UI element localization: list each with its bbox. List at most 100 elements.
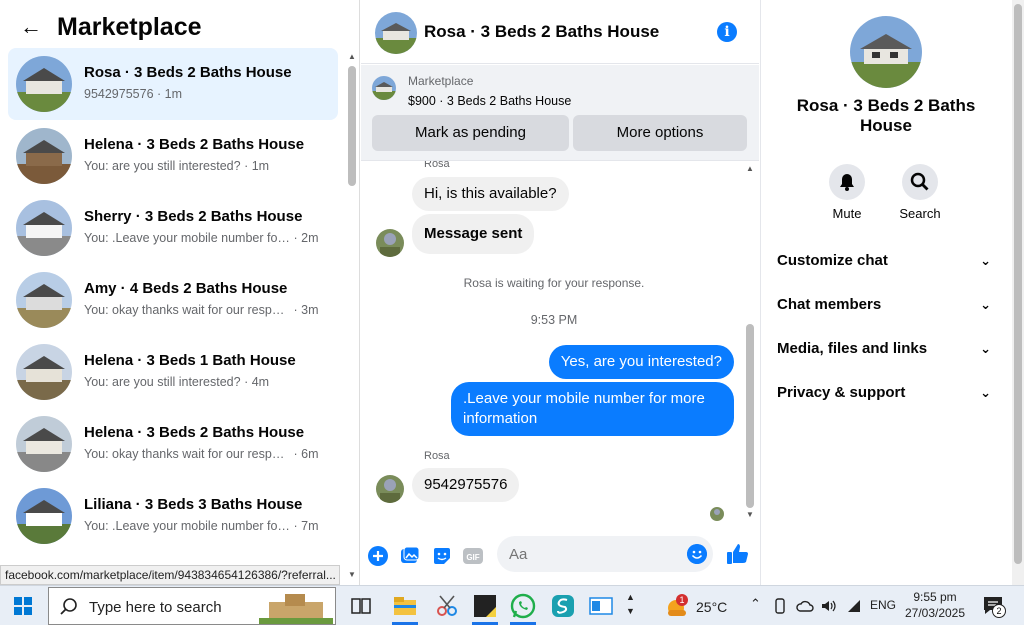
taskbar-search-box[interactable]: Type here to search bbox=[48, 587, 336, 625]
house-image bbox=[16, 344, 72, 400]
conversation-item[interactable]: Helena · 3 Beds 2 Baths House You: okay … bbox=[8, 408, 338, 480]
mark-as-pending-button[interactable]: Mark as pending bbox=[372, 115, 569, 151]
outgoing-message[interactable]: Yes, are you interested? bbox=[548, 345, 734, 379]
conversation-time: · 4m bbox=[244, 375, 270, 389]
wifi-icon[interactable] bbox=[846, 598, 862, 614]
scrollbar-thumb[interactable] bbox=[746, 324, 754, 508]
more-options-button[interactable]: More options bbox=[573, 115, 747, 151]
conversation-time: · 1m bbox=[244, 159, 270, 173]
taskbar-scroll-arrows[interactable]: ▲ ▼ bbox=[626, 590, 635, 618]
scroll-down-arrow-icon[interactable]: ▼ bbox=[746, 510, 754, 519]
notification-center-button[interactable]: 2 bbox=[982, 594, 1006, 618]
conversation-preview-line: You: .Leave your mobile number for more … bbox=[84, 519, 318, 533]
sender-avatar[interactable] bbox=[376, 475, 404, 503]
page-scrollbar[interactable] bbox=[1012, 0, 1024, 585]
conversation-name: Sherry · 3 Beds 2 Baths House bbox=[84, 208, 303, 225]
sticker-icon[interactable] bbox=[432, 546, 452, 566]
read-receipt-avatar bbox=[710, 507, 724, 521]
chat-avatar[interactable] bbox=[375, 12, 417, 54]
conversation-preview-line: You: .Leave your mobile number for more … bbox=[84, 231, 318, 245]
photo-icon[interactable] bbox=[400, 546, 420, 566]
incoming-message[interactable]: Message sent bbox=[412, 214, 535, 254]
windows-taskbar: Type here to search ▲ ▼ 1 25°C ⌃ ENG 9:55… bbox=[0, 585, 1024, 625]
emoji-icon[interactable] bbox=[687, 544, 707, 564]
taskbar-search-placeholder: Type here to search bbox=[89, 599, 222, 616]
listing-thumbnail bbox=[16, 272, 72, 328]
listing-thumbnail bbox=[16, 128, 72, 184]
search-icon bbox=[910, 172, 929, 191]
section-media-files-links[interactable]: Media, files and links ⌄ bbox=[777, 331, 997, 367]
onedrive-cloud-icon[interactable] bbox=[796, 598, 814, 614]
house-image bbox=[16, 200, 72, 256]
section-label: Chat members bbox=[777, 296, 882, 313]
gif-icon[interactable]: GIF bbox=[463, 546, 483, 566]
conversation-sidebar: ← Marketplace Rosa · 3 Beds 2 Baths Hous… bbox=[0, 0, 360, 585]
house-image bbox=[16, 128, 72, 184]
swiftkey-icon[interactable] bbox=[550, 593, 576, 619]
waiting-notice: Rosa is waiting for your response. bbox=[463, 276, 645, 290]
info-icon[interactable]: i bbox=[717, 22, 737, 42]
conversation-list: Rosa · 3 Beds 2 Baths House 9542975576 ·… bbox=[8, 48, 338, 564]
message-input[interactable] bbox=[497, 536, 713, 572]
avatar-image bbox=[710, 507, 724, 521]
input-language[interactable]: ENG bbox=[870, 598, 896, 612]
sender-avatar[interactable] bbox=[376, 229, 404, 257]
phone-link-icon[interactable] bbox=[772, 598, 788, 614]
profile-avatar[interactable] bbox=[850, 16, 922, 88]
conversation-time: · 2m bbox=[293, 231, 319, 245]
snipping-tool-icon[interactable] bbox=[434, 593, 460, 619]
conversation-item[interactable]: Helena · 3 Beds 1 Bath House You: are yo… bbox=[8, 336, 338, 408]
conversation-name: Rosa · 3 Beds 2 Baths House bbox=[84, 64, 292, 81]
app-window-icon[interactable] bbox=[588, 593, 614, 619]
listing-price[interactable]: $900 · 3 Beds 2 Baths House bbox=[408, 94, 571, 108]
chat-scrollbar[interactable]: ▲ ▼ bbox=[744, 164, 756, 522]
chat-title[interactable]: Rosa · 3 Beds 2 Baths House bbox=[424, 22, 659, 42]
conversation-item[interactable]: Rosa · 3 Beds 2 Baths House 9542975576 ·… bbox=[8, 48, 338, 120]
file-explorer-icon[interactable] bbox=[392, 593, 418, 619]
temperature: 25°C bbox=[696, 599, 728, 615]
message-timestamp: 9:53 PM bbox=[530, 313, 578, 327]
sidebar-scrollbar[interactable]: ▲ ▼ bbox=[346, 52, 358, 582]
taskbar-clock[interactable]: 9:55 pm 27/03/2025 bbox=[900, 589, 970, 621]
outgoing-message[interactable]: .Leave your mobile number for more infor… bbox=[451, 382, 734, 436]
whatsapp-icon[interactable] bbox=[510, 593, 536, 619]
scrollbar-thumb[interactable] bbox=[1014, 4, 1022, 564]
section-chat-members[interactable]: Chat members ⌄ bbox=[777, 287, 997, 323]
plus-circle-icon[interactable] bbox=[368, 546, 388, 566]
mute-button[interactable]: Mute bbox=[812, 164, 882, 221]
back-arrow-icon[interactable]: ← bbox=[20, 15, 44, 39]
conversation-preview: You: okay thanks wait for our response bbox=[84, 303, 290, 317]
weather-widget[interactable]: 1 25°C bbox=[664, 590, 734, 622]
search-button[interactable]: Search bbox=[885, 164, 955, 221]
listing-source: Marketplace bbox=[408, 74, 474, 88]
listing-thumbnail bbox=[16, 344, 72, 400]
conversation-time: · 7m bbox=[293, 519, 319, 533]
volume-icon[interactable] bbox=[820, 598, 836, 614]
listing-thumbnail[interactable] bbox=[372, 76, 396, 100]
scrollbar-thumb[interactable] bbox=[348, 66, 356, 186]
listing-thumbnail bbox=[16, 488, 72, 544]
incoming-message[interactable]: 9542975576 bbox=[412, 468, 520, 502]
windows-start-icon[interactable] bbox=[14, 597, 32, 615]
sticky-notes-icon[interactable] bbox=[472, 593, 498, 619]
section-privacy-support[interactable]: Privacy & support ⌄ bbox=[777, 375, 997, 411]
scroll-up-arrow-icon[interactable]: ▲ bbox=[746, 164, 754, 173]
chat-panel: Rosa · 3 Beds 2 Baths House i Marketplac… bbox=[361, 0, 759, 585]
conversation-preview: You: okay thanks wait for our response bbox=[84, 447, 290, 461]
scroll-down-arrow-icon[interactable]: ▼ bbox=[348, 570, 356, 579]
conversation-item[interactable]: Amy · 4 Beds 2 Baths House You: okay tha… bbox=[8, 264, 338, 336]
conversation-name: Helena · 3 Beds 2 Baths House bbox=[84, 424, 305, 441]
conversation-item[interactable]: Liliana · 3 Beds 3 Baths House You: .Lea… bbox=[8, 480, 338, 552]
incoming-message[interactable]: Hi, is this available? bbox=[412, 177, 569, 211]
conversation-preview: 9542975576 bbox=[84, 87, 154, 101]
thumbs-up-icon[interactable] bbox=[725, 542, 749, 566]
scroll-up-arrow-icon[interactable]: ▲ bbox=[348, 52, 356, 61]
house-image bbox=[372, 76, 396, 100]
conversation-item[interactable]: Helena · 3 Beds 2 Baths House You: are y… bbox=[8, 120, 338, 192]
task-view-icon[interactable] bbox=[348, 593, 374, 619]
tray-expand-chevron-icon[interactable]: ⌃ bbox=[750, 596, 761, 612]
profile-name: Rosa · 3 Beds 2 Baths House bbox=[796, 96, 976, 135]
conversation-item[interactable]: Sherry · 3 Beds 2 Baths House You: .Leav… bbox=[8, 192, 338, 264]
section-customize-chat[interactable]: Customize chat ⌄ bbox=[777, 243, 997, 279]
message-composer: GIF bbox=[361, 528, 759, 584]
